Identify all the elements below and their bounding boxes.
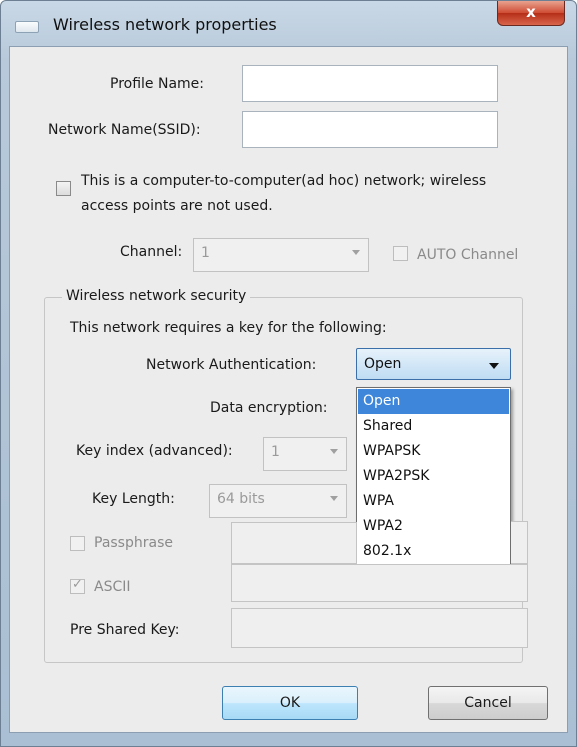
psk-label: Pre Shared Key: xyxy=(70,622,180,638)
ascii-checkbox[interactable]: ✓ xyxy=(70,577,85,594)
auth-option[interactable]: WPAPSK xyxy=(358,439,509,464)
auth-option[interactable]: WPA2PSK xyxy=(358,464,509,489)
auth-option[interactable]: WPA2 xyxy=(358,514,509,539)
window-icon xyxy=(15,21,39,33)
encryption-label: Data encryption: xyxy=(210,400,328,416)
check-icon: ✓ xyxy=(72,577,83,592)
auto-channel-checkbox[interactable] xyxy=(393,246,408,261)
chevron-down-icon xyxy=(489,363,499,369)
security-group-title: Wireless network security xyxy=(62,288,251,304)
chevron-down-icon xyxy=(352,250,360,255)
key-length-select[interactable]: 64 bits xyxy=(209,484,347,518)
key-index-label: Key index (advanced): xyxy=(76,443,233,459)
key-index-select[interactable]: 1 xyxy=(263,437,347,471)
title-bar[interactable]: Wireless network properties x xyxy=(1,1,576,47)
ok-button[interactable]: OK xyxy=(222,686,358,720)
ascii-key-input[interactable] xyxy=(231,564,528,602)
auth-option[interactable]: Open xyxy=(358,389,509,414)
passphrase-checkbox[interactable] xyxy=(70,536,85,551)
passphrase-input[interactable] xyxy=(231,522,357,564)
auth-option[interactable]: 802.1x xyxy=(358,539,509,564)
ssid-label: Network Name(SSID): xyxy=(48,122,201,138)
adhoc-label-line2: access points are not used. xyxy=(81,198,273,214)
auth-value: Open xyxy=(364,356,402,372)
channel-value: 1 xyxy=(201,245,210,261)
adhoc-label-line1: This is a computer-to-computer(ad hoc) n… xyxy=(81,173,487,189)
ascii-label: ASCII xyxy=(94,579,131,595)
chevron-down-icon xyxy=(330,449,338,454)
close-button[interactable]: x xyxy=(497,1,565,26)
auth-select[interactable]: Open xyxy=(356,348,511,380)
requires-key-text: This network requires a key for the foll… xyxy=(70,320,387,336)
chevron-down-icon xyxy=(330,496,338,501)
channel-select[interactable]: 1 xyxy=(193,238,369,272)
key-field-edge xyxy=(511,521,528,564)
key-length-label: Key Length: xyxy=(92,491,175,507)
key-length-value: 64 bits xyxy=(217,491,265,507)
key-index-value: 1 xyxy=(271,444,280,460)
profile-name-input[interactable] xyxy=(242,65,498,102)
auto-channel-label: AUTO Channel xyxy=(417,247,519,263)
cancel-button[interactable]: Cancel xyxy=(428,686,548,720)
ssid-input[interactable] xyxy=(242,111,498,148)
auth-label: Network Authentication: xyxy=(146,357,317,373)
channel-label: Channel: xyxy=(120,244,183,260)
auth-option[interactable]: Shared xyxy=(358,414,509,439)
passphrase-label: Passphrase xyxy=(94,535,173,551)
auth-dropdown-list: Open Shared WPAPSK WPA2PSK WPA WPA2 802.… xyxy=(356,387,511,568)
adhoc-checkbox[interactable] xyxy=(56,181,71,196)
profile-name-label: Profile Name: xyxy=(110,76,205,92)
psk-input[interactable] xyxy=(231,608,528,648)
window-title: Wireless network properties xyxy=(53,15,277,34)
auth-option[interactable]: WPA xyxy=(358,489,509,514)
